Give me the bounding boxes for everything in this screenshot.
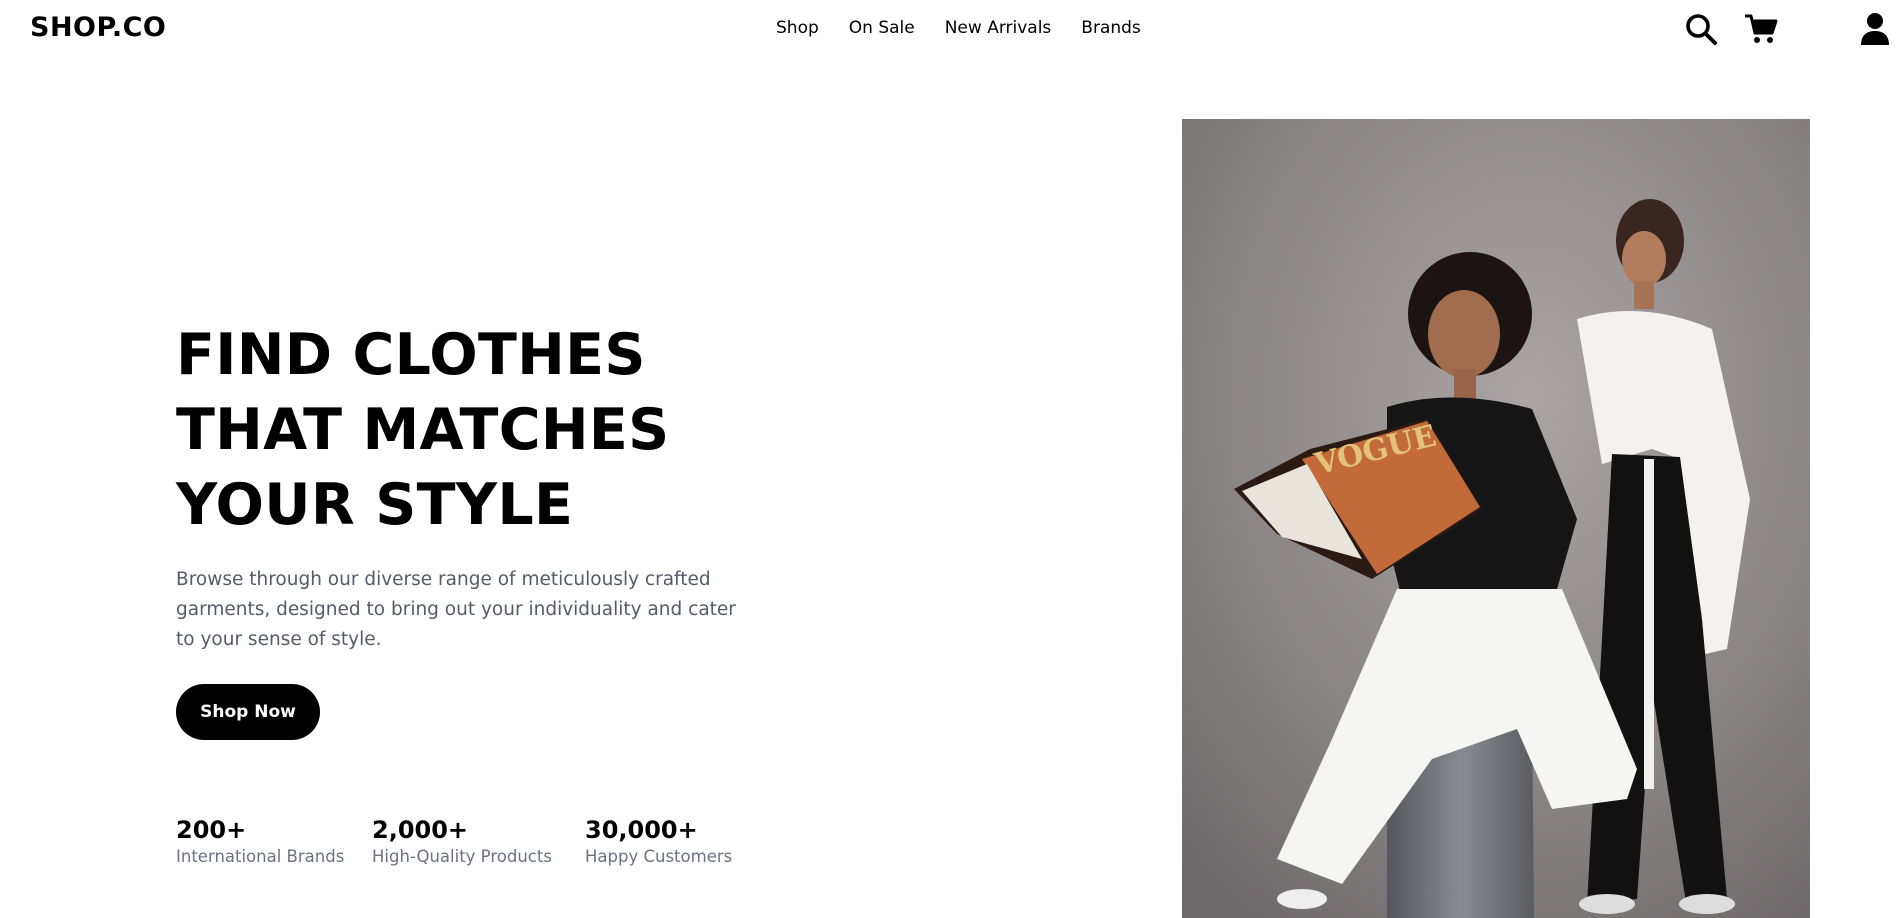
stat-label: High-Quality Products bbox=[372, 847, 552, 866]
user-icon[interactable] bbox=[1858, 12, 1892, 46]
stat-value: 200+ bbox=[176, 816, 247, 844]
hero-image: VOGUE bbox=[1182, 119, 1810, 918]
hero-title-line: YOUR STYLE bbox=[176, 472, 574, 538]
stat-value: 30,000+ bbox=[585, 816, 698, 844]
stat-products: 2,000+ High-Quality Products bbox=[372, 815, 552, 869]
nav-item-shop[interactable]: Shop bbox=[776, 18, 819, 38]
stat-international-brands: 200+ International Brands bbox=[176, 815, 344, 869]
hero-description: Browse through our diverse range of meti… bbox=[176, 569, 736, 650]
stat-value: 2,000+ bbox=[372, 816, 469, 844]
stat-label: Happy Customers bbox=[585, 847, 733, 866]
nav-item-new-arrivals[interactable]: New Arrivals bbox=[945, 18, 1052, 38]
hero-photo-illustration: VOGUE bbox=[1182, 119, 1810, 918]
stat-label: International Brands bbox=[176, 847, 345, 866]
cart-icon[interactable] bbox=[1744, 12, 1778, 46]
site-logo[interactable]: SHOP.CO bbox=[30, 12, 166, 43]
nav-item-on-sale[interactable]: On Sale bbox=[849, 18, 915, 38]
shop-now-button[interactable]: Shop Now bbox=[176, 684, 320, 740]
stat-customers: 30,000+ Happy Customers bbox=[585, 815, 732, 869]
hero-title-line: THAT MATCHES bbox=[176, 397, 670, 463]
main-nav: Shop On Sale New Arrivals Brands bbox=[776, 18, 1141, 38]
search-icon[interactable] bbox=[1684, 12, 1718, 46]
hero-title: FIND CLOTHES THAT MATCHES YOUR STYLE bbox=[176, 318, 736, 543]
hero-title-line: FIND CLOTHES bbox=[176, 322, 646, 388]
nav-item-brands[interactable]: Brands bbox=[1081, 18, 1141, 38]
site-header: SHOP.CO Shop On Sale New Arrivals Brands bbox=[0, 0, 1901, 58]
